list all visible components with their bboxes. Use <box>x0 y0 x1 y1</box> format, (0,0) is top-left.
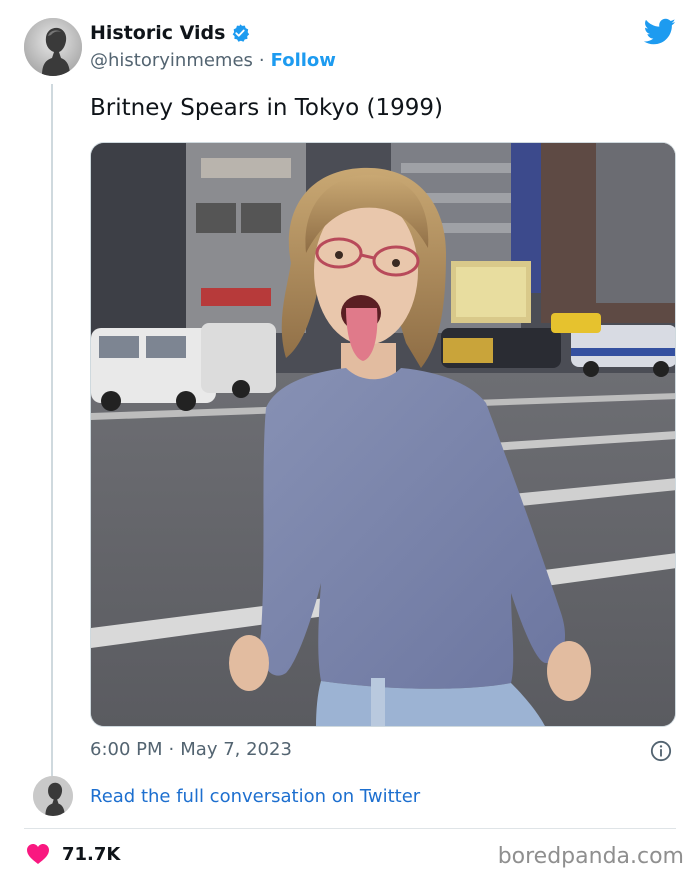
tweet-time: 6:00 PM <box>90 739 163 760</box>
avatar-image <box>24 18 82 76</box>
tweet-text: Britney Spears in Tokyo (1999) <box>90 95 443 121</box>
tweet-card: Historic Vids @historyinmemes · Follow B… <box>0 0 700 881</box>
verified-badge-icon <box>233 24 250 42</box>
avatar-image <box>33 776 73 816</box>
separator-dot: · <box>168 739 175 760</box>
thread-line <box>51 84 53 776</box>
avatar[interactable] <box>24 18 82 76</box>
info-icon[interactable] <box>650 740 672 762</box>
heart-icon <box>27 844 49 864</box>
tweet-date: May 7, 2023 <box>180 739 292 760</box>
reply-avatar[interactable] <box>33 776 73 816</box>
twitter-bird-icon[interactable] <box>644 18 676 46</box>
read-conversation-link[interactable]: Read the full conversation on Twitter <box>90 786 420 807</box>
watermark: boredpanda.com <box>497 844 684 869</box>
follow-button[interactable]: Follow <box>271 50 336 71</box>
display-name[interactable]: Historic Vids <box>90 22 225 44</box>
handle-row: @historyinmemes · Follow <box>90 50 336 71</box>
author-name-row: Historic Vids <box>90 22 250 44</box>
timestamp[interactable]: 6:00 PM · May 7, 2023 <box>90 739 292 760</box>
separator-dot: · <box>258 50 265 71</box>
like-button[interactable]: 71.7K <box>26 843 120 865</box>
tweet-photo[interactable] <box>90 142 676 727</box>
handle[interactable]: @historyinmemes <box>90 50 253 71</box>
divider <box>24 828 676 829</box>
photo-image <box>91 143 675 726</box>
like-count: 71.7K <box>62 843 121 865</box>
